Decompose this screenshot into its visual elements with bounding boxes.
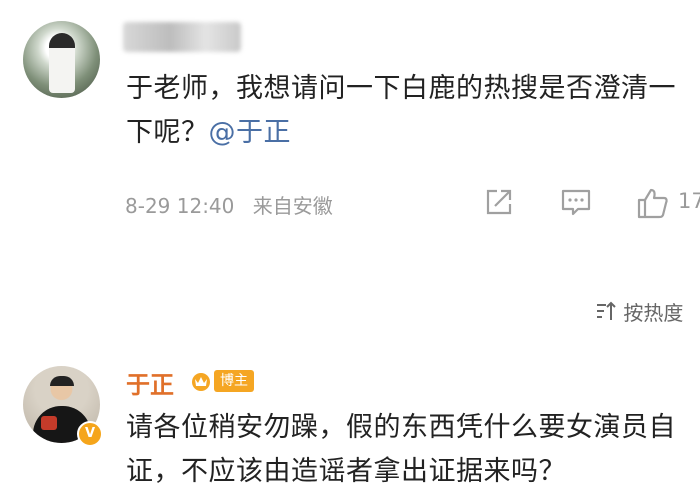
comment-meta: 8-29 12:40 来自安徽 [125, 190, 333, 219]
comment-time: 8-29 12:40 [125, 194, 235, 218]
comment-source: 来自安徽 [252, 194, 333, 218]
share-icon[interactable] [483, 186, 515, 218]
poster-badge: 博主 [214, 370, 254, 392]
comment-icon[interactable] [560, 186, 592, 218]
verified-icon: V [77, 421, 103, 447]
crown-icon [192, 373, 210, 391]
comment-text: 于老师，我想请问一下白鹿的热搜是否澄清一下呢？@于正 [126, 73, 676, 148]
reply-text: 请各位稍安勿躁，假的东西凭什么要女演员自证，不应该由造谣者拿出证据来吗？ [126, 412, 676, 487]
sort-label: 按热度 [623, 301, 684, 325]
commenter-name-blurred[interactable] [123, 22, 241, 52]
mention-link[interactable]: @于正 [209, 117, 292, 148]
sort-toggle[interactable]: 按热度 [595, 297, 683, 326]
sort-icon [597, 301, 616, 320]
author-name[interactable]: 于正 [126, 365, 174, 400]
like-icon[interactable] [636, 186, 670, 220]
commenter-avatar[interactable] [23, 21, 100, 98]
like-count: 17 [678, 189, 700, 213]
